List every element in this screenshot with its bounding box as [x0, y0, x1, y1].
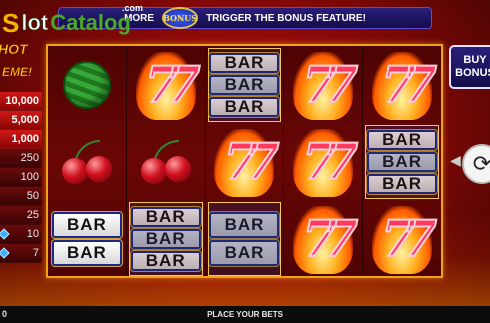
game-logo-line1: HOT	[0, 41, 28, 57]
paytable: 10,000 5,000 1,000 250 100 50 25 10 7	[0, 92, 42, 263]
bonus-logo-icon: BONUS	[162, 7, 199, 29]
paytable-row: 1,000	[0, 130, 42, 149]
paytable-row: 5,000	[0, 111, 42, 130]
gem-icon	[0, 228, 10, 240]
reel-cell: 77	[284, 46, 362, 124]
reel-cell: BAR BAR BAR	[206, 46, 284, 124]
reel-5: 77 BAR BAR BAR 77	[363, 46, 441, 276]
watermark-catalog: Catalog	[50, 10, 131, 35]
bar-tile: BAR	[208, 52, 281, 74]
seven-digits: 77	[380, 55, 437, 114]
flaming-seven-symbol: 77	[368, 204, 438, 274]
watermark-domain: .com	[122, 3, 144, 13]
paytable-row: 10	[0, 225, 42, 244]
bar-tile: BAR	[129, 206, 202, 228]
status-text: PLACE YOUR BETS	[207, 310, 283, 319]
paytable-row: 250	[0, 149, 42, 168]
buy-bonus-button[interactable]: BUY BONUS	[449, 45, 490, 89]
reel-cell	[48, 46, 126, 124]
gem-icon	[0, 247, 10, 259]
bottom-status-bar: 0 PLACE YOUR BETS	[0, 306, 490, 323]
watermark-s: S	[2, 8, 20, 38]
paytable-row: 10,000	[0, 92, 42, 111]
flaming-seven-symbol: 77	[210, 127, 280, 197]
reel-grid: BAR BAR 77 BAR BAR BAR BAR BAR BAR 77 BAR BAR 77 77 77…	[46, 44, 443, 278]
flaming-seven-symbol: 77	[289, 127, 359, 197]
seven-digits: 77	[301, 55, 358, 114]
paytable-row: 50	[0, 187, 42, 206]
game-logo: HOT EME!	[0, 40, 46, 86]
bar-tile: BAR	[50, 239, 123, 267]
reel-1: BAR BAR	[48, 46, 127, 276]
reel-2: 77 BAR BAR BAR	[126, 46, 206, 278]
reel-cell: 77	[127, 46, 205, 124]
game-logo-line2: EME!	[2, 65, 33, 79]
cherry-symbol	[60, 138, 114, 186]
paytable-row: 100	[0, 168, 42, 187]
reel-cell: 77	[363, 46, 441, 124]
flaming-seven-symbol: 77	[368, 50, 438, 120]
spin-icon: ⟳	[472, 151, 490, 176]
watermark-lot: lot	[21, 10, 49, 35]
reel-cell: BAR BAR	[48, 200, 126, 278]
seven-digits: 77	[223, 132, 280, 191]
reel-cell: 77	[206, 123, 284, 201]
reel-cell: 77	[284, 200, 362, 278]
seven-digits: 77	[144, 55, 201, 114]
banner-right-text: TRIGGER THE BONUS FEATURE!	[206, 12, 366, 24]
bar-tile: BAR	[366, 173, 439, 195]
spin-button[interactable]: ⟳	[462, 144, 490, 184]
bar-tile: BAR	[366, 129, 439, 151]
reel-3: BAR BAR BAR 77 BAR BAR	[205, 46, 285, 278]
watermelon-symbol	[62, 61, 111, 109]
reel-4: 77 77 77	[284, 46, 364, 278]
flaming-seven-symbol: 77	[289, 50, 359, 120]
reel-cell	[127, 123, 205, 201]
reel-cell: 77	[363, 200, 441, 278]
cherry-symbol	[139, 138, 193, 186]
reel-cell: BAR BAR	[206, 200, 284, 278]
double-bar-symbol: BAR BAR	[50, 211, 123, 267]
bottom-left-value: 0	[2, 309, 8, 319]
seven-digits: 77	[301, 209, 358, 268]
bonus-logo-text: BONUS	[163, 13, 198, 23]
seven-digits: 77	[301, 132, 358, 191]
reel-cell: BAR BAR BAR	[127, 200, 205, 278]
flaming-seven-symbol: 77	[289, 204, 359, 274]
reel-cell: 77	[284, 123, 362, 201]
win-highlight-frame	[207, 202, 282, 276]
flaming-seven-symbol: 77	[132, 50, 201, 120]
bar-tile: BAR	[208, 96, 281, 118]
seven-digits: 77	[380, 209, 437, 268]
bar-tile: BAR	[129, 250, 202, 272]
reel-cell: BAR BAR BAR	[363, 123, 441, 201]
buy-bonus-line1: BUY	[463, 53, 487, 66]
paytable-row: 7	[0, 244, 42, 263]
buy-bonus-line2: BONUS	[455, 67, 490, 79]
arrow-left-icon: ◀	[450, 152, 461, 168]
paytable-row: 25	[0, 206, 42, 225]
reel-cell	[48, 123, 126, 201]
bar-tile: BAR	[50, 211, 123, 239]
watermark-logo: S lot Catalog .com	[2, 3, 143, 40]
